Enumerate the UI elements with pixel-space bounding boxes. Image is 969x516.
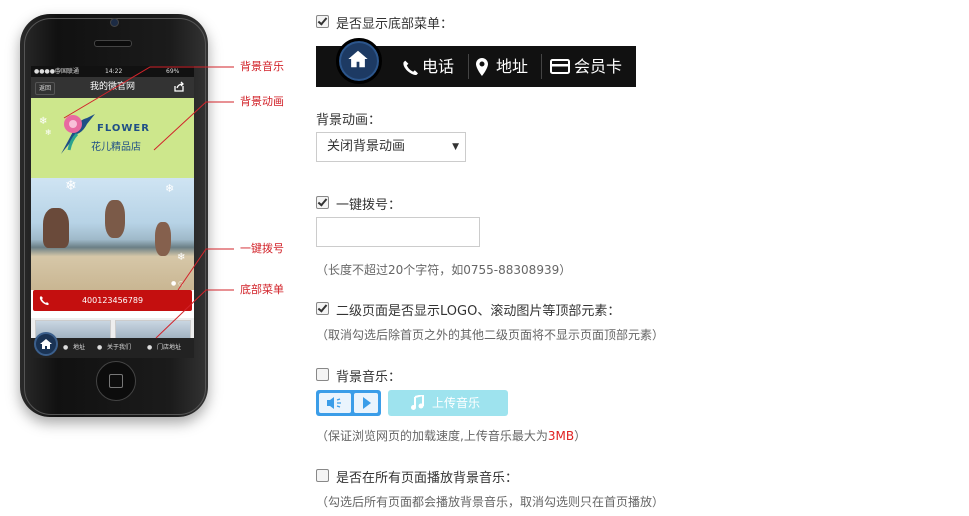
home-icon bbox=[336, 38, 382, 84]
background-music-label: 背景音乐： bbox=[336, 370, 402, 385]
menu-item-address: 地址 bbox=[496, 57, 529, 76]
menu-item-membership-card: 会员卡 bbox=[574, 57, 623, 76]
subpage-logo-hint: （取消勾选后除首页之外的其他二级页面将不显示页面顶部元素） bbox=[316, 328, 665, 342]
background-animation-label: 背景动画： bbox=[316, 113, 382, 128]
divider bbox=[468, 54, 469, 79]
play-button[interactable] bbox=[354, 393, 378, 413]
speaker-icon bbox=[327, 397, 341, 409]
background-music-hint: （保证浏览网页的加载速度,上传音乐最大为3MB） bbox=[316, 427, 586, 444]
callout-bottom-menu: 底部菜单 bbox=[240, 283, 284, 296]
upload-music-button[interactable]: 上传音乐 bbox=[388, 390, 508, 416]
volume-button[interactable] bbox=[319, 393, 351, 413]
card-icon bbox=[550, 59, 570, 74]
background-music-checkbox[interactable] bbox=[316, 368, 329, 381]
phone-icon bbox=[403, 60, 418, 75]
music-size-limit: 3MB bbox=[547, 429, 575, 443]
background-animation-select[interactable]: 关闭背景动画 ▼ bbox=[316, 132, 466, 162]
music-hint-prefix: （保证浏览网页的加载速度,上传音乐最大为 bbox=[316, 429, 548, 443]
menu-item-phone: 电话 bbox=[422, 57, 455, 76]
show-bottom-menu-label: 是否显示底部菜单： bbox=[336, 17, 454, 32]
audio-player bbox=[316, 390, 381, 416]
subpage-logo-checkbox[interactable] bbox=[316, 302, 329, 315]
divider bbox=[541, 54, 542, 79]
background-animation-value: 关闭背景动画 bbox=[327, 139, 406, 154]
one-click-call-label: 一键拨号： bbox=[336, 198, 402, 213]
chevron-down-icon: ▼ bbox=[452, 142, 459, 152]
music-note-icon bbox=[411, 395, 424, 410]
music-all-pages-hint: （勾选后所有页面都会播放背景音乐，取消勾选则只在首页播放） bbox=[316, 495, 665, 509]
show-bottom-menu-checkbox[interactable] bbox=[316, 15, 329, 28]
callout-one-click-call: 一键拨号 bbox=[240, 242, 284, 255]
music-hint-suffix: ） bbox=[574, 429, 587, 443]
upload-music-label: 上传音乐 bbox=[432, 396, 481, 410]
callout-background-animation: 背景动画 bbox=[240, 95, 284, 108]
bottom-menu-preview: 电话 地址 会员卡 bbox=[316, 38, 636, 87]
phone-number-input[interactable] bbox=[316, 217, 480, 247]
one-click-call-checkbox[interactable] bbox=[316, 196, 329, 209]
music-all-pages-label: 是否在所有页面播放背景音乐： bbox=[336, 471, 519, 486]
music-all-pages-checkbox[interactable] bbox=[316, 469, 329, 482]
callout-background-music: 背景音乐 bbox=[240, 60, 284, 73]
phone-number-hint: （长度不超过20个字符，如0755-88308939） bbox=[316, 263, 572, 277]
location-pin-icon bbox=[476, 58, 488, 76]
play-icon bbox=[363, 397, 371, 409]
subpage-logo-label: 二级页面是否显示LOGO、滚动图片等顶部元素： bbox=[336, 304, 621, 319]
